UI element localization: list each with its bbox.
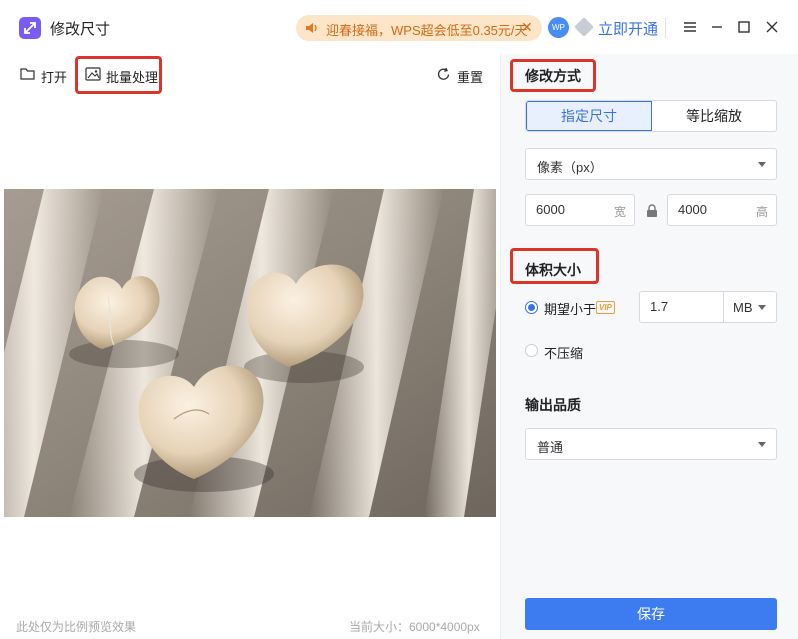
target-size-input[interactable] [650,299,710,314]
size-unit-select[interactable]: MB [733,300,753,315]
window-title: 修改尺寸 [50,21,111,38]
current-size: 当前大小：6000*4000px [349,620,480,634]
quality-select-value: 普通 [537,440,564,455]
tab-specify-size[interactable]: 指定尺寸 [526,101,652,131]
chevron-down-icon [758,305,766,310]
save-button[interactable]: 保存 [525,598,777,630]
width-field[interactable]: 宽 [525,194,635,226]
preview-note: 此处仅为比例预览效果 [16,620,137,634]
chevron-down-icon [758,162,766,167]
resize-mode-tabs: 指定尺寸 等比缩放 [525,100,777,132]
minimize-icon[interactable] [707,17,727,37]
image-preview [4,189,496,517]
height-unit: 高 [755,205,768,219]
open-vip-link[interactable]: 立即开通 [598,18,658,39]
height-input[interactable] [678,202,758,217]
quality-select[interactable]: 普通 [525,428,777,460]
radio-no-compress[interactable] [525,344,538,357]
expect-less-label: 期望小于 [544,302,597,317]
batch-label: 批量处理 [106,70,159,85]
volume-title: 体积大小 [525,262,581,278]
divider [665,18,666,38]
width-input[interactable] [536,202,616,217]
refresh-icon [437,67,450,80]
modify-mode-title: 修改方式 [525,68,581,84]
close-window-icon[interactable] [762,17,782,37]
reset-label: 重置 [457,70,484,85]
promo-text: 迎春接福，WPS超会低至0.35元/天 [326,23,528,38]
quality-title: 输出品质 [525,397,581,413]
unit-select-value: 像素（px） [537,160,603,175]
close-icon[interactable]: ✕ [521,19,533,36]
no-compress-label: 不压缩 [544,346,584,361]
height-field[interactable]: 高 [667,194,777,226]
menu-icon[interactable] [680,17,700,37]
target-size-field[interactable]: MB [639,291,777,323]
resize-app-icon [19,17,41,39]
open-label: 打开 [41,70,68,85]
width-unit: 宽 [613,205,626,219]
vip-diamond-icon [574,17,594,37]
promo-banner[interactable]: 迎春接福，WPS超会低至0.35元/天 ✕ [296,15,542,41]
speaker-icon [306,23,317,33]
maximize-icon[interactable] [734,17,754,37]
folder-icon [20,68,35,80]
avatar[interactable]: WP [548,17,569,38]
preview-panel: 打开 批量处理 重置 此处仅为比例预览效果 当前大小：6000*4000px [0,54,500,639]
chevron-down-icon [758,442,766,447]
vip-badge: VIP [596,301,615,314]
image-icon [85,67,101,81]
radio-expect-less[interactable] [525,301,538,314]
lock-icon[interactable] [646,204,658,218]
tab-proportional-scale[interactable]: 等比缩放 [652,101,776,131]
settings-panel: 修改方式 指定尺寸 等比缩放 像素（px） 宽 高 体积大小 期望小于 VIP … [500,54,798,639]
unit-select[interactable]: 像素（px） [525,148,777,180]
title-bar: 修改尺寸 迎春接福，WPS超会低至0.35元/天 ✕ WP 立即开通 [0,0,798,54]
divider [723,292,724,322]
